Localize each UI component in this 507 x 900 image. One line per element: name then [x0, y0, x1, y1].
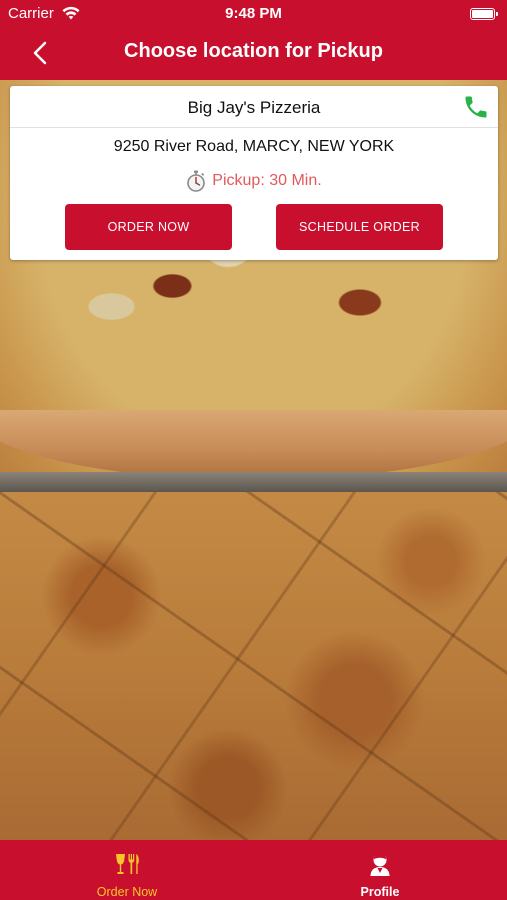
store-name: Big Jay's Pizzeria — [187, 98, 321, 117]
location-name-row: Big Jay's Pizzeria — [10, 86, 498, 128]
battery-icon — [470, 8, 498, 20]
tab-profile-label: Profile — [360, 885, 400, 899]
tab-order-now-label: Order Now — [96, 885, 158, 899]
tab-order-now[interactable]: Order Now — [27, 840, 227, 900]
pickup-time-row: Pickup: 30 Min. — [10, 170, 498, 192]
status-time: 9:48 PM — [225, 5, 282, 22]
order-now-button[interactable]: ORDER NOW — [65, 204, 232, 250]
store-address: 9250 River Road, MARCY, NEW YORK — [113, 138, 395, 155]
pickup-time-text: Pickup: 30 Min. — [212, 172, 322, 189]
schedule-order-button[interactable]: SCHEDULE ORDER — [276, 204, 443, 250]
user-icon — [370, 853, 390, 876]
phone-icon[interactable] — [462, 93, 490, 121]
header-bar: Carrier 9:48 PM Choose location for Pick… — [0, 0, 507, 80]
utensils-glass-icon — [116, 854, 139, 874]
status-bar: Carrier 9:48 PM — [0, 0, 507, 28]
page-title: Choose location for Pickup — [124, 40, 383, 62]
tab-profile[interactable]: Profile — [280, 840, 480, 900]
tab-bar: Order Now Profile — [0, 840, 507, 900]
location-card: Big Jay's Pizzeria 9250 River Road, MARC… — [10, 86, 498, 260]
stopwatch-icon — [187, 170, 206, 192]
